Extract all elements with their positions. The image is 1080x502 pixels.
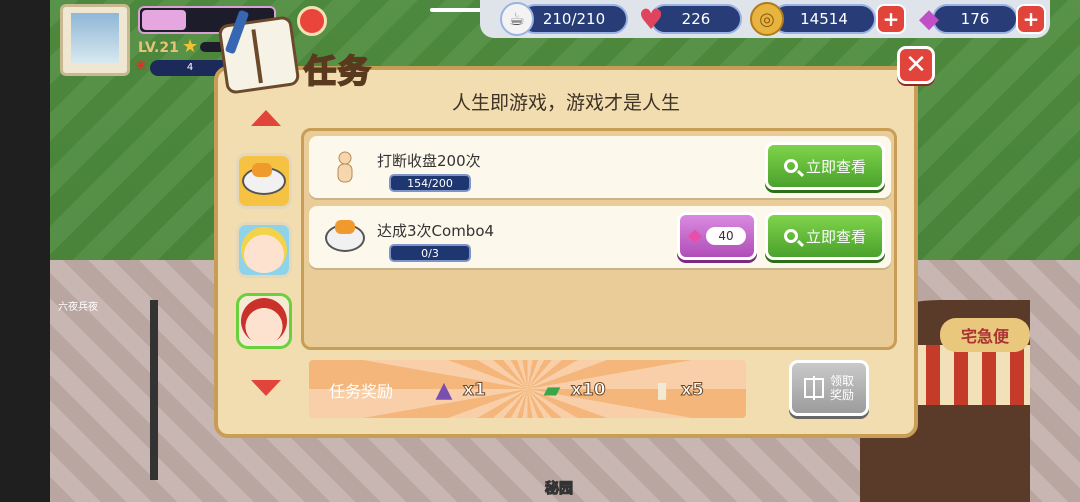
view-button-label: 立即查看: [805, 157, 866, 176]
gingerbread-icon: [325, 150, 365, 186]
task-row: 打断收盘200次 154/200 立即查看: [309, 136, 891, 198]
tab-character-red[interactable]: [236, 293, 292, 349]
dialog-title-tab: 任务: [217, 9, 382, 95]
area-label: 秘园: [545, 481, 574, 498]
task-progress: 0/3: [389, 244, 471, 262]
dialog-subtitle: 人生即游戏，游戏才是人生: [451, 92, 680, 114]
book-icon: [217, 15, 301, 95]
task-title: 打断收盘200次: [377, 152, 481, 170]
gem-icon: ◆: [919, 4, 939, 34]
coins-counter: 14514: [772, 4, 876, 34]
stamina-counter: 210/210: [520, 4, 628, 34]
scroll-down-arrow-icon[interactable]: [251, 380, 281, 396]
dish-shape: [325, 220, 365, 252]
claim-label-line1: 领取: [829, 374, 854, 388]
bottle-icon: ▮: [655, 377, 669, 403]
player-avatar[interactable]: [60, 4, 130, 76]
search-icon: [783, 159, 798, 173]
reward-item-dress: ▲ x1: [429, 372, 487, 408]
name-tag: [142, 10, 186, 30]
reward-label: 任务奖励: [329, 382, 394, 401]
scroll-up-arrow-icon[interactable]: [251, 110, 281, 126]
view-task-button[interactable]: 立即查看: [765, 142, 885, 190]
tab-character-blonde[interactable]: [236, 222, 292, 278]
star-icon: ★: [182, 36, 199, 57]
dialog-title: 任务: [303, 51, 373, 91]
rose-icon: ❀: [135, 58, 147, 74]
view-button-label: 立即查看: [805, 227, 866, 246]
gem-reward-badge[interactable]: ◆ 40: [677, 212, 757, 260]
claim-label-line2: 奖励: [829, 388, 854, 402]
claim-label: 领取 奖励: [830, 374, 854, 402]
view-task-button[interactable]: 立即查看: [765, 212, 885, 260]
npc-name: 六夜兵夜: [58, 302, 98, 313]
add-gems-button[interactable]: +: [1016, 4, 1046, 34]
tab-food-tasks[interactable]: [236, 153, 292, 209]
task-progress: 154/200: [389, 174, 471, 192]
dress-icon: ▲: [435, 377, 453, 403]
coin-icon: ◎: [750, 2, 784, 36]
reward-item-bottle: ▮ x5: [647, 372, 704, 408]
close-button[interactable]: ✕: [897, 46, 935, 84]
dish-icon: [242, 163, 286, 195]
ticket-icon: ▰: [543, 377, 561, 403]
reward-count: x1: [463, 380, 487, 401]
reward-count: x10: [571, 380, 607, 401]
stamina-icon: ☕: [500, 2, 534, 36]
gem-icon: ◆: [688, 225, 702, 246]
avatar-image: [71, 13, 119, 63]
shop-sign: 宅急便: [940, 318, 1030, 352]
dish-icon: [325, 220, 365, 256]
street-lamp: [150, 300, 158, 480]
search-icon: [783, 229, 798, 243]
heart-icon: ♥: [638, 2, 664, 36]
left-edge: [0, 0, 50, 502]
character-avatar-blonde: [241, 227, 287, 273]
reward-item-ticket: ▰ x10: [537, 372, 607, 408]
task-title: 达成3次Combo4: [377, 222, 495, 240]
gem-reward-count: 40: [706, 227, 746, 245]
claim-reward-button[interactable]: 领取 奖励: [789, 360, 869, 416]
task-row: 达成3次Combo4 0/3 ◆ 40 立即查看: [309, 206, 891, 268]
player-level: LV.21: [138, 40, 179, 56]
character-avatar-red: [241, 298, 287, 344]
task-reward-bar: 任务奖励 ▲ x1 ▰ x10 ▮ x5: [309, 360, 746, 418]
reward-count: x5: [681, 380, 705, 401]
add-coins-button[interactable]: +: [876, 4, 906, 34]
gift-icon: [803, 376, 824, 400]
